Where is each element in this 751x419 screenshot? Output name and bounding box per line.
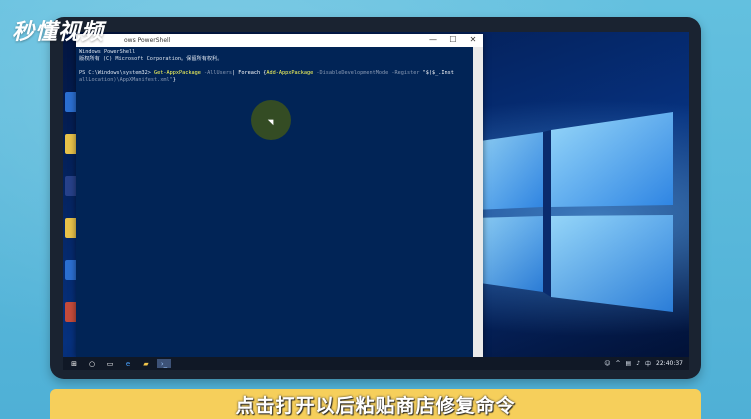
cmd-manifest: allLocation)\AppXManifest.xml" (79, 77, 173, 83)
chevron-up-icon[interactable]: ^ (615, 360, 620, 367)
windows-start-icon[interactable]: ⊞ (67, 359, 81, 368)
cmd-inst: "$($_.Inst (422, 70, 454, 76)
cmd-allusers: -AllUsers (200, 70, 233, 76)
cmd-add-appx: Add-AppxPackage (266, 70, 314, 76)
task-view-icon[interactable]: ▭ (103, 359, 117, 368)
people-icon[interactable]: ☺ (604, 360, 610, 367)
console-blank (79, 63, 470, 70)
video-logo: 秒懂视频 (12, 20, 105, 45)
windows-logo-wallpaper (473, 112, 673, 312)
console-prompt: PS C:\Windows\system32> (79, 70, 154, 76)
caption-bar: 点击打开以后粘贴商店修复命令 (50, 389, 701, 419)
clock[interactable]: 22:40:37 (656, 360, 683, 367)
window-title: ows PowerShell (124, 37, 171, 44)
file-explorer-icon[interactable]: ▰ (139, 359, 153, 368)
close-button[interactable]: ✕ (463, 34, 483, 47)
search-icon[interactable]: ○ (85, 359, 99, 368)
console-command-line: PS C:\Windows\system32> Get-AppxPackage … (79, 70, 470, 77)
input-method-icon[interactable]: 中 (645, 359, 651, 368)
network-icon[interactable]: ▤ (626, 360, 632, 367)
screen: ows PowerShell — ☐ ✕ Windows PowerShell … (63, 32, 689, 370)
cmd-foreach: | Foreach { (232, 70, 267, 76)
volume-icon[interactable]: ♪ (636, 360, 640, 367)
powershell-scrollbar[interactable] (473, 47, 483, 357)
cmd-close-brace: } (172, 77, 176, 83)
minimize-button[interactable]: — (423, 34, 443, 47)
maximize-button[interactable]: ☐ (443, 34, 463, 47)
caption-text: 点击打开以后粘贴商店修复命令 (235, 394, 516, 417)
console-line-1: Windows PowerShell (79, 49, 136, 55)
powershell-console[interactable]: Windows PowerShell 版权所有 (C) Microsoft Co… (76, 47, 473, 357)
edge-icon[interactable]: e (121, 359, 135, 368)
system-tray: ☺ ^ ▤ ♪ 中 22:40:37 (604, 357, 683, 370)
powershell-taskbar-icon[interactable]: ›_ (157, 359, 171, 368)
powershell-window[interactable]: ows PowerShell — ☐ ✕ Windows PowerShell … (76, 34, 483, 357)
powershell-titlebar[interactable]: ows PowerShell — ☐ ✕ (76, 34, 483, 47)
cmd-register: -DisableDevelopmentMode -Register (313, 70, 423, 76)
console-line-2: 版权所有 (C) Microsoft Corporation。保留所有权利。 (79, 56, 223, 62)
console-command-line-2: allLocation)\AppXManifest.xml"} (79, 77, 470, 84)
cmd-get-appx: Get-AppxPackage (153, 70, 201, 76)
taskbar: ⊞ ○ ▭ e ▰ ›_ ☺ ^ ▤ ♪ 中 22:40:37 (63, 357, 689, 370)
